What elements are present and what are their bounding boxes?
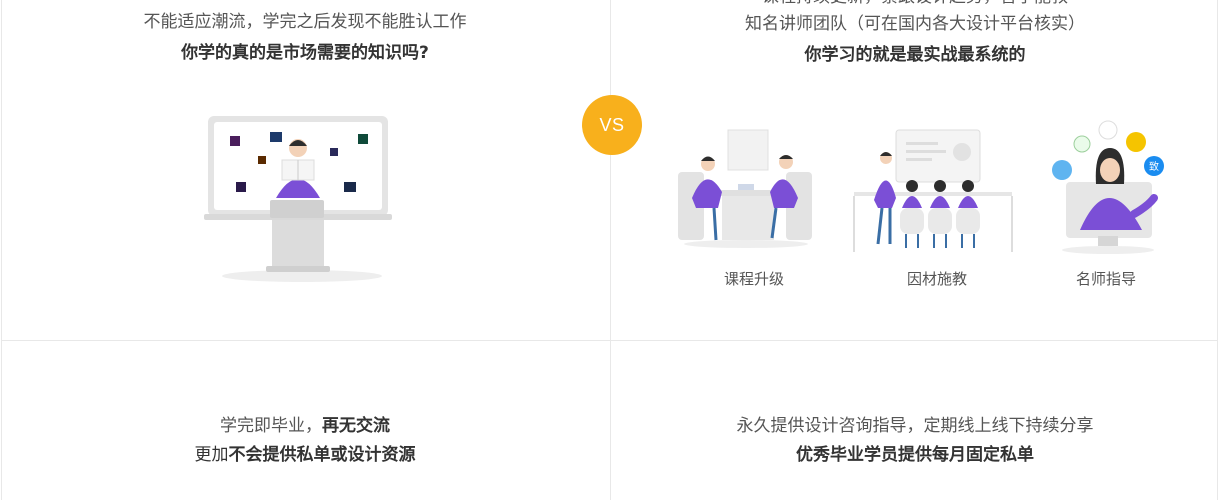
bottom-left-line2-bold: 不会提供私单或设计资源 [228, 445, 416, 465]
top-left-clipped-line: —————————————— [135, 0, 475, 8]
feature-caption-tailored: 因材施教 [906, 270, 967, 288]
vertical-divider [610, 0, 611, 500]
bottom-left-line1-bold: 再无交流 [322, 416, 390, 436]
mentor-illustration: 致 [1052, 120, 1164, 254]
bottom-left-line1-prefix: 学完即毕业， [220, 416, 322, 436]
vs-badge: VS [582, 95, 642, 155]
bottom-left-line2: 更加不会提供私单或设计资源 [110, 444, 500, 466]
top-right-clipped-line: 课程持续更新，紧跟设计趋势，智学能教 [700, 0, 1130, 8]
feature-caption-upgrade: 课程升级 [723, 270, 784, 288]
bottom-right-line1: 永久提供设计咨询指导，定期线上线下持续分享 [736, 416, 1094, 436]
horizontal-divider [1, 340, 1218, 341]
bottom-left-line2-prefix: 更加 [194, 445, 229, 465]
teacher-screen-illustration [204, 116, 392, 282]
feature-caption-mentor: 名师指导 [1075, 270, 1136, 288]
bottom-right-line2: 优秀毕业学员提供每月固定私单 [796, 445, 1034, 465]
top-left-line2: 你学的真的是市场需要的知识吗? [181, 43, 429, 63]
top-right-line1: 知名讲师团队（可在国内各大设计平台核实） [745, 14, 1085, 34]
bottom-left-line1: 学完即毕业，再无交流 [110, 415, 500, 437]
top-left-line1: 不能适应潮流，学完之后发现不能胜认工作 [143, 12, 467, 32]
classroom-illustration [853, 129, 1013, 252]
top-right-line2: 你学习的就是最实战最系统的 [804, 45, 1026, 65]
meeting-illustration [678, 129, 812, 248]
svg-text:致: 致 [1149, 160, 1159, 173]
